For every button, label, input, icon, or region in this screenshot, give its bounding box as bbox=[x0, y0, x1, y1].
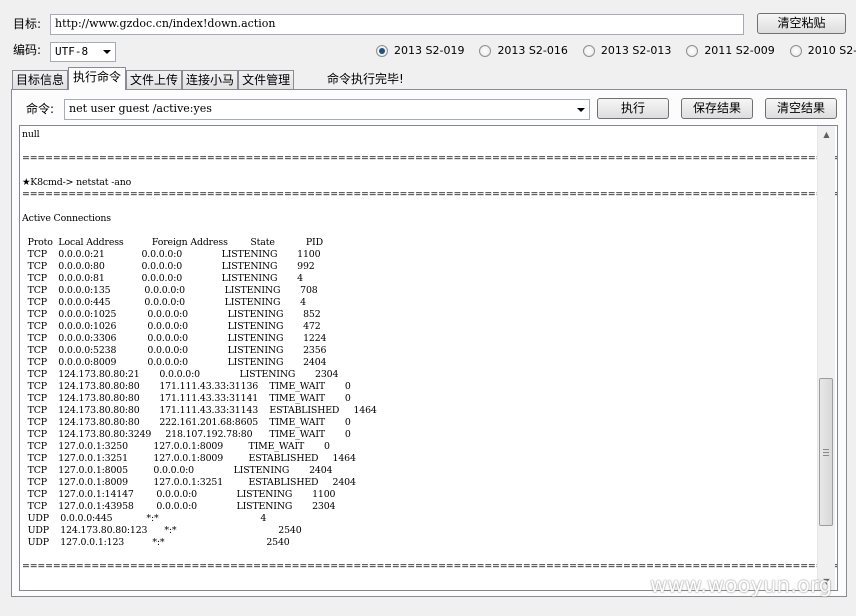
clear-paste-button[interactable]: 清空粘贴 bbox=[757, 13, 846, 34]
chevron-down-icon bbox=[103, 50, 111, 54]
tab-target-info[interactable]: 目标信息 bbox=[12, 70, 69, 90]
command-input[interactable]: net user guest /active:yes bbox=[64, 99, 590, 120]
execute-button[interactable]: 执行 bbox=[597, 98, 669, 119]
scrollbar-thumb[interactable] bbox=[819, 378, 833, 526]
tab-connect-shell[interactable]: 连接小马 bbox=[182, 70, 239, 90]
radio-dot bbox=[789, 44, 802, 57]
chevron-down-icon bbox=[577, 108, 585, 112]
radio-dot bbox=[686, 44, 699, 57]
command-value: net user guest /active:yes bbox=[69, 102, 212, 115]
encoding-select[interactable]: UTF-8 bbox=[50, 42, 116, 62]
encoding-value: UTF-8 bbox=[55, 45, 89, 58]
tab-file-upload[interactable]: 文件上传 bbox=[126, 70, 183, 90]
radio-s2-016[interactable]: 2013 S2-016 bbox=[479, 44, 568, 57]
grip-line bbox=[823, 452, 829, 453]
radio-s2-013[interactable]: 2013 S2-013 bbox=[582, 44, 672, 57]
tab-execute-command[interactable]: 执行命令 bbox=[68, 67, 127, 90]
output-textarea[interactable]: null ===================================… bbox=[19, 125, 838, 591]
target-url-input[interactable]: http://www.gzdoc.cn/index!down.action bbox=[50, 14, 744, 35]
radio-s2-009[interactable]: 2011 S2-009 bbox=[686, 44, 775, 57]
output-scrollbar[interactable]: ▲ ▼ bbox=[817, 126, 835, 590]
encoding-label: 编码: bbox=[13, 43, 42, 57]
watermark-text: www.wooyun.org bbox=[650, 573, 833, 597]
output-text: null ===================================… bbox=[22, 129, 837, 572]
radio-label: 2013 S2-019 bbox=[394, 44, 465, 57]
save-results-button[interactable]: 保存结果 bbox=[681, 98, 753, 119]
tab-file-manager[interactable]: 文件管理 bbox=[238, 70, 295, 90]
grip-line bbox=[823, 449, 829, 450]
radio-label: 2011 S2-009 bbox=[704, 44, 775, 57]
radio-dot bbox=[479, 44, 492, 57]
status-text: 命令执行完毕! bbox=[327, 72, 404, 86]
radio-s2-005[interactable]: 2010 S2-005 bbox=[789, 44, 856, 57]
command-label: 命令: bbox=[26, 102, 55, 116]
radio-dot bbox=[582, 44, 595, 57]
radio-dot bbox=[376, 44, 388, 57]
tab-strip: 目标信息 执行命令 文件上传 连接小马 文件管理 bbox=[12, 67, 295, 90]
clear-results-button[interactable]: 清空结果 bbox=[765, 98, 837, 119]
radio-label: 2010 S2-005 bbox=[807, 44, 856, 57]
arrow-up-icon[interactable]: ▲ bbox=[818, 126, 835, 143]
exploit-options: 2013 S2-019 2013 S2-016 2013 S2-013 2011… bbox=[376, 44, 856, 57]
radio-label: 2013 S2-016 bbox=[497, 44, 568, 57]
target-label: 目标: bbox=[13, 17, 42, 31]
radio-label: 2013 S2-013 bbox=[600, 44, 672, 57]
grip-line bbox=[823, 455, 829, 456]
radio-s2-019[interactable]: 2013 S2-019 bbox=[376, 44, 464, 57]
